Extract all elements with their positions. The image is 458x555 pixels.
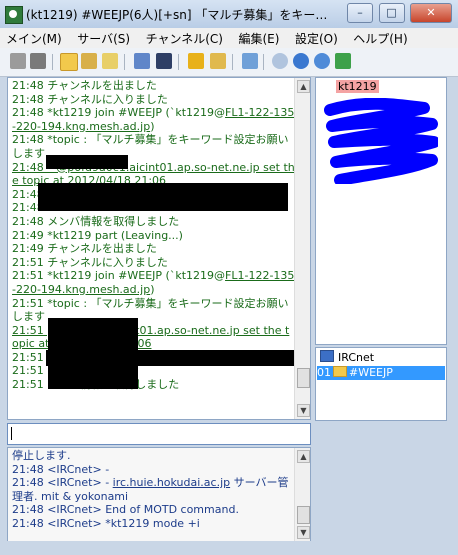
- menu-settings[interactable]: 設定(O): [289, 28, 344, 49]
- log-text: 21:48 *kt1219 join #WEEJP (`kt1219@: [12, 106, 226, 120]
- scroll-down-arrow[interactable]: ▼: [297, 404, 310, 417]
- nick-item[interactable]: kt1219: [336, 80, 379, 93]
- channel-node[interactable]: 01 #WEEJP: [317, 366, 445, 380]
- redacted-block: [38, 183, 288, 211]
- log-line: 21:48 チャンネルを出ました: [12, 79, 157, 92]
- close-button[interactable]: ✕: [410, 3, 452, 23]
- toolbar-divider: [178, 54, 179, 70]
- menu-main[interactable]: メイン(M): [0, 28, 68, 49]
- channel-tree[interactable]: IRCnet 01 #WEEJP: [315, 347, 447, 421]
- disconnect-icon[interactable]: [10, 53, 26, 69]
- message-input-box[interactable]: [7, 423, 311, 445]
- server-log: 停止します. 21:48 <IRCnet> -21:48 <IRCnet> - i…: [12, 449, 296, 540]
- folder-icon: [333, 366, 347, 377]
- maximize-button[interactable]: □: [378, 3, 405, 23]
- clear-icon[interactable]: [102, 53, 118, 69]
- title-bar: (kt1219) #WEEJP(6人)[+sn] 「マルチ募集」をキー… – □…: [0, 0, 458, 29]
- log-link[interactable]: irc.huie.hokudai.ac.jp: [113, 476, 230, 489]
- minimize-button[interactable]: –: [347, 3, 373, 23]
- log-line: 停止します.: [12, 449, 71, 462]
- log-line: 21:48 <IRCnet> -: [12, 462, 110, 476]
- settings-icon[interactable]: [242, 53, 258, 69]
- window-title: (kt1219) #WEEJP(6人)[+sn] 「マルチ募集」をキー…: [26, 8, 328, 22]
- app-icon: [5, 6, 23, 24]
- scroll-thumb[interactable]: [297, 368, 310, 388]
- log-text: ): [150, 119, 155, 133]
- highlight-icon[interactable]: [210, 53, 226, 69]
- server-log-pane[interactable]: 停止します. 21:48 <IRCnet> -21:48 <IRCnet> - i…: [7, 447, 311, 542]
- message-input[interactable]: [10, 425, 300, 441]
- log-line: 21:48 メンバ情報を取得しました: [12, 214, 180, 228]
- log-line: 21:51 *kt1219 join #WEEJP (`kt1219@FL1-1…: [12, 269, 295, 296]
- scroll-thumb[interactable]: [297, 506, 310, 524]
- nick-icon[interactable]: [156, 53, 172, 69]
- redacted-block: [48, 362, 138, 389]
- menu-bar: メイン(M) サーバ(S) チャンネル(C) 編集(E) 設定(O) ヘルプ(H…: [0, 28, 458, 48]
- redacted-block: [46, 155, 128, 169]
- toolbar: [0, 48, 458, 77]
- redacted-block: [48, 318, 138, 352]
- scroll-up-arrow[interactable]: ▲: [297, 80, 310, 93]
- menu-channel[interactable]: チャンネル(C): [140, 28, 229, 49]
- search-icon[interactable]: [272, 53, 288, 69]
- log-line: 21:48 <IRCnet> - irc.huie.hokudai.ac.jp …: [12, 476, 296, 503]
- server-name: IRCnet: [338, 351, 375, 364]
- scroll-up-arrow[interactable]: ▲: [297, 450, 310, 463]
- channel-number: 01: [317, 366, 331, 379]
- server-list-icon[interactable]: [134, 53, 150, 69]
- log-line: 21:48 *kt1219 join #WEEJP (`kt1219@FL1-1…: [12, 106, 295, 133]
- text-caret: [11, 427, 12, 440]
- lock-icon[interactable]: [188, 53, 204, 69]
- toolbar-divider: [52, 54, 53, 70]
- window-frame-bottom: [0, 541, 458, 555]
- dcc-icon[interactable]: [314, 53, 330, 69]
- chat-scrollbar[interactable]: ▲ ▼: [294, 78, 310, 419]
- nick-list[interactable]: kt1219: [315, 77, 447, 345]
- toolbar-divider: [263, 54, 264, 70]
- info-icon[interactable]: [293, 53, 309, 69]
- window-controls: – □ ✕: [345, 3, 452, 23]
- connect-icon[interactable]: [30, 53, 46, 69]
- menu-server[interactable]: サーバ(S): [71, 28, 136, 49]
- log-text: 21:51 *kt1219 join #WEEJP (`kt1219@: [12, 269, 226, 283]
- server-icon: [320, 350, 334, 362]
- status-scrollbar[interactable]: ▲ ▼: [294, 448, 310, 541]
- menu-edit[interactable]: 編集(E): [232, 28, 285, 49]
- help-icon[interactable]: [335, 53, 351, 69]
- menu-help[interactable]: ヘルプ(H): [347, 28, 413, 49]
- channel-name: #WEEJP: [349, 366, 393, 379]
- log-line: 21:48 <IRCnet> *kt1219 mode +i: [12, 516, 200, 530]
- save-log-icon[interactable]: [81, 53, 97, 69]
- log-line: 21:51 チャンネルに入りました: [12, 255, 168, 269]
- open-log-icon[interactable]: [60, 53, 78, 71]
- server-node[interactable]: IRCnet: [320, 350, 374, 364]
- toolbar-divider: [232, 54, 233, 70]
- chat-log-pane[interactable]: 21:48 チャンネルを出ました 21:48 チャンネルに入りました 21:48 *…: [7, 77, 311, 420]
- log-line: 21:48 チャンネルに入りました: [12, 92, 168, 106]
- redacted-scribble: [324, 98, 438, 184]
- log-line: 21:49 チャンネルを出ました: [12, 242, 157, 256]
- log-text: 21:48 <IRCnet> -: [12, 476, 113, 490]
- log-text: ): [150, 282, 155, 296]
- log-line: 21:48 <IRCnet> End of MOTD command.: [12, 503, 239, 517]
- toolbar-divider: [124, 54, 125, 70]
- log-line: 21:49 *kt1219 part (Leaving...): [12, 228, 183, 242]
- scroll-down-arrow[interactable]: ▼: [297, 526, 310, 539]
